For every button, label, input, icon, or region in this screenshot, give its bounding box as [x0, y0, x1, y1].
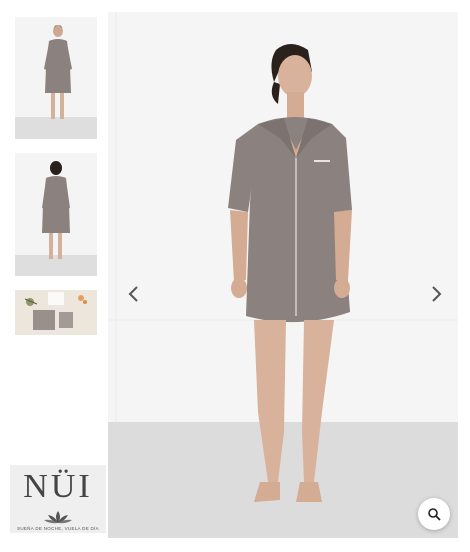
chevron-right-icon — [432, 286, 442, 302]
brand-name: NÜI — [23, 468, 93, 505]
product-back-thumbnail — [15, 153, 97, 276]
product-front-thumbnail — [15, 17, 97, 139]
next-image-button[interactable] — [422, 280, 450, 308]
product-packaging-thumbnail — [15, 290, 97, 335]
lotus-icon — [44, 511, 72, 524]
thumbnail-front-view[interactable] — [15, 17, 97, 139]
thumbnail-packaging[interactable] — [15, 290, 97, 335]
previous-image-button[interactable] — [120, 280, 148, 308]
magnifier-icon — [428, 508, 441, 521]
product-main-photo — [108, 12, 458, 538]
main-product-image[interactable] — [108, 12, 458, 538]
thumbnail-back-view[interactable] — [15, 153, 97, 276]
brand-logo: NÜI SUEÑA DE NOCHE, VUELA DE DÍA — [10, 465, 106, 533]
chevron-left-icon — [128, 286, 138, 302]
zoom-button[interactable] — [418, 498, 450, 530]
brand-tagline: SUEÑA DE NOCHE, VUELA DE DÍA — [17, 526, 99, 531]
